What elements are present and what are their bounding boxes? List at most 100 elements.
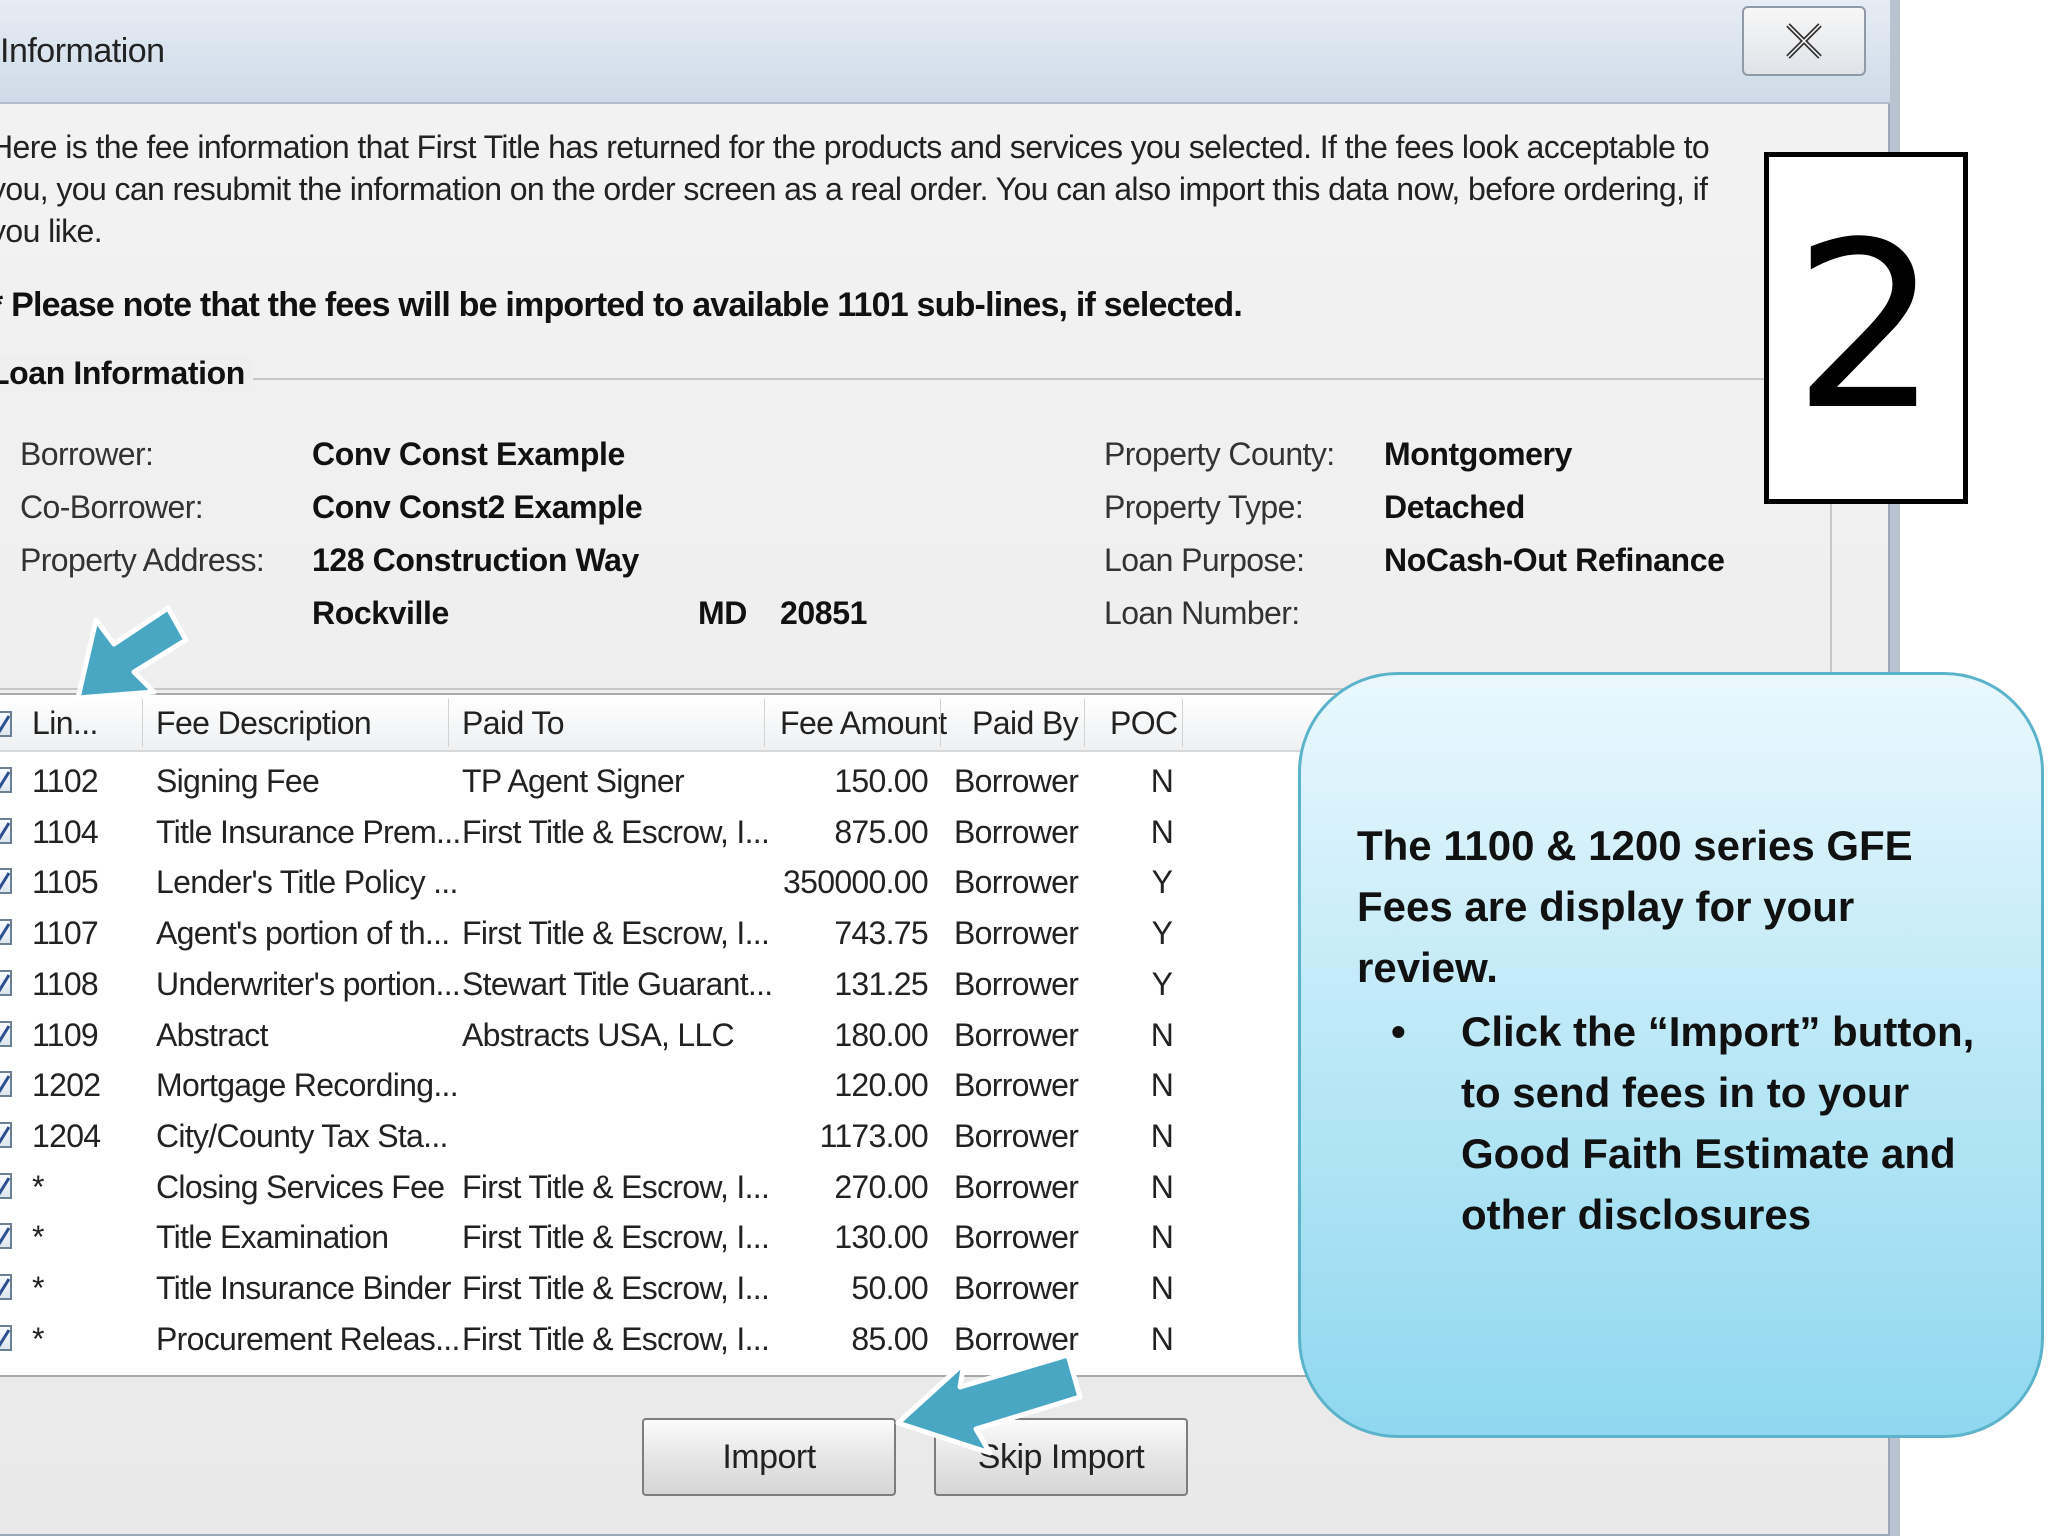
cell-line: 1109 [32,1016,99,1053]
cell-fee-description: Underwriter's portion... [156,965,461,1002]
cell-poc: N [1150,1219,1174,1256]
row-checkbox[interactable] [0,1223,12,1250]
county-label: Property County: [1104,436,1335,472]
import-button[interactable]: Import [642,1418,896,1496]
loan-purpose-value: NoCash-Out Refinance [1384,542,1725,578]
cell-fee-description: City/County Tax Sta... [156,1117,448,1154]
title-bar[interactable]: Information [0,0,1890,104]
checkmark-icon [0,1278,11,1297]
address-value: 128 Construction Way [312,542,639,578]
cell-line: 1102 [32,763,99,799]
close-icon [1786,23,1822,59]
cell-paid-to: TP Agent Signer [462,763,685,799]
col-header-paid-to[interactable]: Paid To [462,705,565,742]
cell-fee-description: Closing Services Fee [156,1168,445,1205]
header-separator [1084,699,1085,747]
checkmark-icon [0,821,11,840]
cell-paid-to: First Title & Escrow, I... [462,1320,770,1357]
cell-paid-by: Borrower [954,813,1079,850]
borrower-label: Borrower: [20,436,154,472]
step-number-box: 2 [1764,152,1968,504]
cell-paid-to: First Title & Escrow, I... [462,1168,770,1205]
property-type-value: Detached [1384,489,1525,525]
intro-text: Here is the fee information that First T… [0,129,1710,249]
cell-poc: Y [1151,965,1173,1002]
cell-fee-description: Title Insurance Prem... [156,813,461,850]
row-checkbox[interactable] [0,1020,12,1047]
cell-line: * [32,1270,44,1306]
cell-poc: N [1150,813,1174,850]
window-title: Information [0,32,165,70]
cell-poc: N [1150,1168,1174,1205]
checkmark-icon [0,974,11,993]
row-checkbox[interactable] [0,767,12,793]
col-header-paid-by[interactable]: Paid By [972,705,1079,742]
checkmark-icon [0,715,11,734]
cell-line: 1107 [32,915,99,952]
state-value: MD [698,595,747,631]
row-checkbox[interactable] [0,1274,12,1300]
borrower-value: Conv Const Example [312,436,625,472]
row-checkbox[interactable] [0,1324,12,1351]
select-all-checkbox[interactable] [0,711,12,737]
cell-fee-description: Title Insurance Binder [156,1270,451,1306]
cell-fee-amount: 130.00 [834,1219,928,1256]
cell-paid-to: Abstracts USA, LLC [462,1016,735,1053]
checkmark-icon [0,1227,11,1246]
cell-poc: N [1150,763,1174,799]
cell-fee-amount: 1173.00 [819,1117,929,1154]
close-button[interactable] [1742,6,1866,76]
cell-poc: N [1150,1117,1174,1154]
cell-paid-by: Borrower [954,1270,1079,1306]
cell-fee-amount: 350000.00 [783,864,929,901]
property-type-label: Property Type: [1104,489,1304,525]
cell-fee-description: Signing Fee [156,763,320,799]
cell-paid-by: Borrower [954,763,1079,799]
row-checkbox[interactable] [0,868,12,895]
cell-paid-to: First Title & Escrow, I... [462,1219,770,1256]
checkmark-icon [0,872,11,891]
cell-poc: N [1150,1067,1174,1104]
checkmark-icon [0,1075,11,1094]
cell-line: * [32,1219,44,1256]
address-label: Property Address: [20,542,265,578]
row-checkbox[interactable] [0,1172,12,1199]
cell-poc: Y [1151,864,1173,901]
county-value: Montgomery [1384,436,1573,472]
row-checkbox[interactable] [0,1121,12,1148]
cell-paid-to: Stewart Title Guarant... [462,965,773,1002]
checkmark-icon [0,923,11,942]
coborrower-label: Co-Borrower: [20,489,204,525]
checkmark-icon [0,771,11,790]
cell-line: 1108 [32,965,99,1002]
cell-line: 1105 [32,864,99,901]
cell-poc: N [1150,1016,1174,1053]
row-checkbox[interactable] [0,1071,12,1098]
arrow-icon-line-column [75,605,189,701]
cell-fee-description: Title Examination [156,1219,389,1256]
row-checkbox[interactable] [0,969,12,996]
cell-fee-amount: 743.75 [834,915,928,952]
row-checkbox[interactable] [0,919,12,946]
cell-line: 1204 [32,1117,101,1154]
row-checkbox[interactable] [0,817,12,844]
cell-line: * [32,1168,44,1205]
cell-paid-by: Borrower [954,1117,1079,1154]
col-header-fee-amount[interactable]: Fee Amount [780,705,947,742]
cell-paid-by: Borrower [954,1016,1079,1053]
col-header-poc[interactable]: POC [1110,705,1178,742]
cell-fee-amount: 131.25 [834,965,928,1002]
city-value: Rockville [312,595,449,631]
header-separator [940,699,941,747]
import-note: * Please note that the fees will be impo… [0,286,1243,324]
instruction-callout: The 1100 & 1200 series GFE Fees are disp… [1298,672,2044,1438]
col-header-fee-description[interactable]: Fee Description [156,705,372,742]
col-header-line[interactable]: Lin... [32,705,98,742]
cell-paid-to: First Title & Escrow, I... [462,1270,770,1306]
checkmark-icon [0,1126,11,1145]
cell-poc: Y [1151,915,1173,952]
cell-paid-to: First Title & Escrow, I... [462,813,770,850]
cell-fee-description: Agent's portion of th... [156,915,450,952]
cell-paid-by: Borrower [954,1067,1079,1104]
group-divider [0,378,1830,380]
